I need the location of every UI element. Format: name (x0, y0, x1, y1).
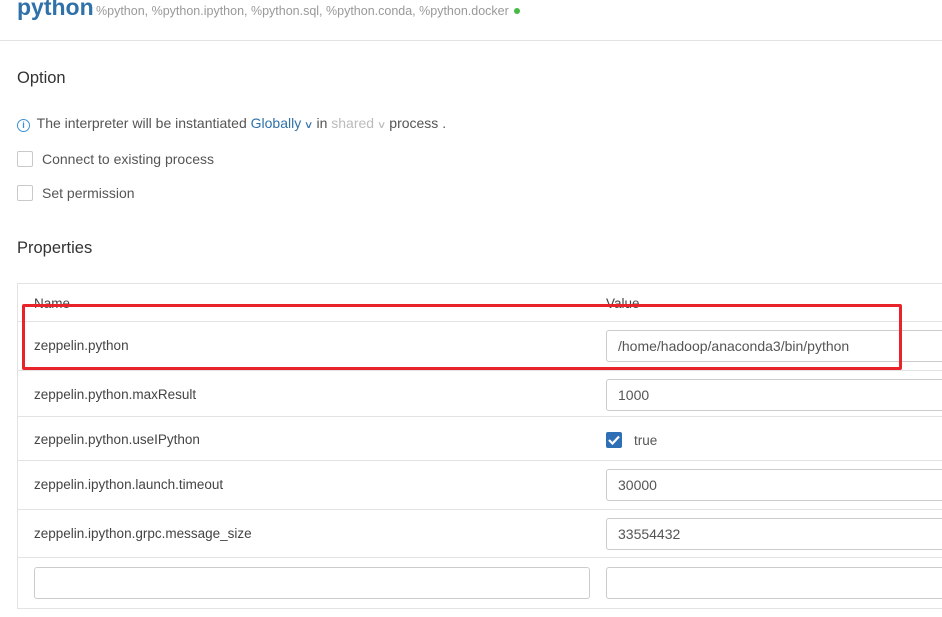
process-mode-value: shared (331, 115, 375, 131)
row-divider (18, 509, 942, 510)
interpreter-aliases: %python, %python.ipython, %python.sql, %… (96, 4, 509, 18)
property-value-input[interactable] (606, 330, 942, 362)
set-permission-label: Set permission (42, 185, 135, 201)
new-property-value-input[interactable] (606, 567, 942, 599)
row-divider (18, 370, 942, 371)
interpreter-subtitle: %python, %python.ipython, %python.sql, %… (96, 4, 520, 18)
property-name: zeppelin.python (34, 338, 129, 353)
connect-existing-label: Connect to existing process (42, 151, 214, 167)
option-title: Option (17, 69, 66, 87)
property-name: zeppelin.python.useIPython (34, 432, 200, 447)
row-divider (18, 557, 942, 558)
scope-dropdown[interactable]: Globally ∨ (250, 115, 314, 131)
new-property-name-input[interactable] (34, 567, 590, 599)
property-value-input[interactable] (606, 518, 942, 550)
status-dot (513, 8, 520, 14)
in-label: in (316, 115, 328, 131)
process-mode-dropdown[interactable]: shared ∨ (331, 115, 387, 131)
interpreter-title: python (17, 0, 94, 20)
row-divider (18, 416, 942, 417)
property-name: zeppelin.python.maxResult (34, 387, 197, 402)
scope-value: Globally (250, 115, 302, 131)
info-circle-icon: i (17, 119, 30, 132)
row-divider (18, 460, 942, 461)
checkmark-icon (608, 435, 620, 445)
set-permission-checkbox[interactable] (17, 185, 33, 201)
name-column-header: Name (34, 296, 71, 311)
property-value-input[interactable] (606, 469, 942, 501)
properties-title: Properties (17, 239, 93, 257)
property-value-checkbox[interactable] (606, 432, 622, 448)
property-value-input[interactable] (606, 379, 942, 411)
set-permission-option[interactable]: Set permission (17, 185, 135, 201)
info-suffix: process . (389, 115, 447, 131)
chevron-down-icon: ∨ (304, 120, 314, 131)
property-name: zeppelin.ipython.grpc.message_size (34, 526, 252, 541)
instantiation-info: i The interpreter will be instantiated G… (17, 115, 446, 132)
info-prefix: The interpreter will be instantiated (36, 115, 247, 131)
value-column-header: Value (606, 296, 640, 311)
property-value-label: true (634, 433, 658, 448)
connect-existing-checkbox[interactable] (17, 151, 33, 167)
row-divider (18, 321, 942, 322)
chevron-down-icon: ∨ (376, 120, 387, 131)
property-name: zeppelin.ipython.launch.timeout (34, 477, 224, 492)
interpreter-header: python %python, %python.ipython, %python… (0, 0, 942, 41)
connect-existing-option[interactable]: Connect to existing process (17, 151, 214, 167)
